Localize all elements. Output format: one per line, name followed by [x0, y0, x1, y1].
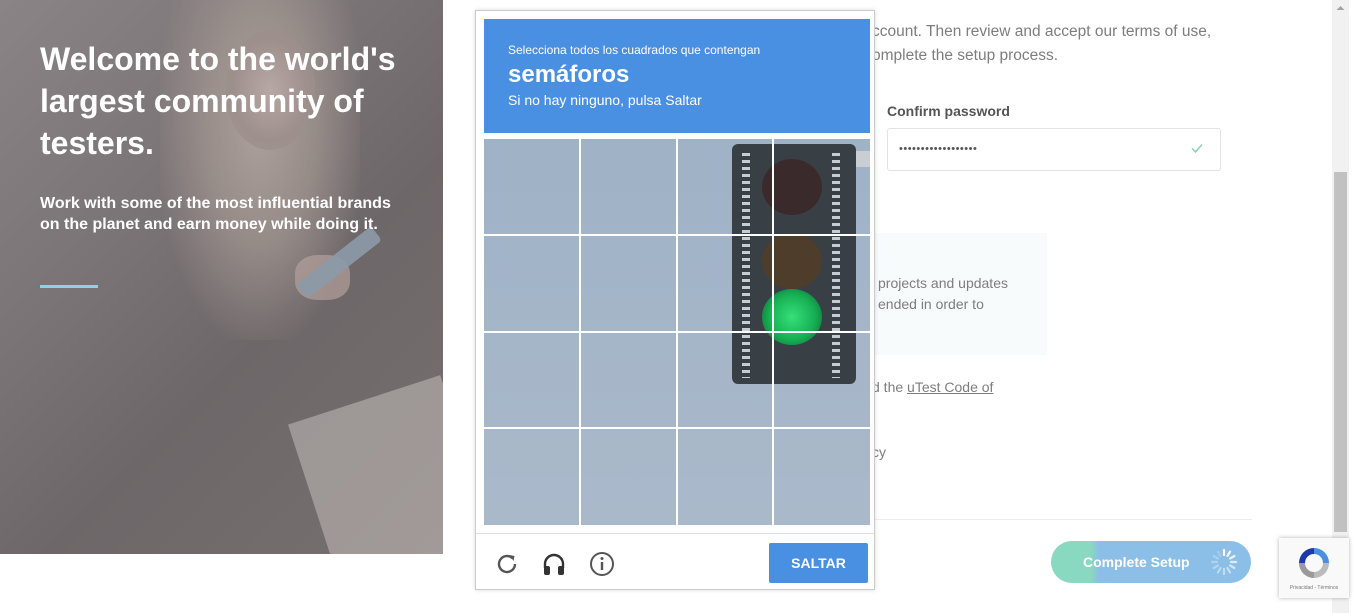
captcha-tile[interactable]: [484, 139, 581, 236]
captcha-tile[interactable]: [774, 429, 871, 526]
complete-setup-button[interactable]: Complete Setup: [1051, 541, 1251, 583]
info-line2: ended in order to: [878, 296, 984, 312]
captcha-header: Selecciona todos los cuadrados que conte…: [484, 19, 870, 133]
captcha-image-grid: [484, 139, 870, 525]
signup-page: Welcome to the world's largest community…: [0, 0, 1366, 613]
skip-button[interactable]: SALTAR: [769, 543, 868, 583]
captcha-tile[interactable]: [774, 236, 871, 333]
recaptcha-terms[interactable]: Privacidad - Términos: [1279, 585, 1349, 591]
hero-photo-paper: [288, 375, 443, 554]
captcha-footer-divider: [476, 533, 874, 534]
form-intro-line2: omplete the setup process.: [872, 47, 1059, 64]
captcha-tile[interactable]: [484, 332, 581, 429]
code-of-conduct-link[interactable]: uTest Code of: [907, 379, 993, 395]
captcha-tile[interactable]: [677, 332, 774, 429]
form-intro-line1: ccount. Then review and accept our terms…: [872, 23, 1212, 40]
hero-accent-rule: [40, 285, 98, 288]
notification-info-box: projects and updates ended in order to: [872, 233, 1047, 355]
check-icon: [1191, 144, 1203, 154]
captcha-instruction: Selecciona todos los cuadrados que conte…: [508, 43, 761, 57]
info-icon[interactable]: [589, 551, 615, 577]
captcha-challenge: Selecciona todos los cuadrados que conte…: [475, 10, 875, 590]
hero-title: Welcome to the world's largest community…: [40, 41, 396, 161]
captcha-tile[interactable]: [774, 139, 871, 236]
captcha-tile[interactable]: [484, 236, 581, 333]
confirm-password-field[interactable]: ••••••••••••••••••: [887, 128, 1221, 171]
hero-subtitle: Work with some of the most influential b…: [40, 195, 391, 233]
captcha-tile[interactable]: [581, 429, 678, 526]
complete-setup-label: Complete Setup: [1083, 554, 1190, 570]
captcha-tile[interactable]: [581, 139, 678, 236]
scroll-up-arrow-icon[interactable]: [1332, 0, 1349, 17]
form-divider: [872, 519, 1252, 520]
captcha-tile[interactable]: [581, 332, 678, 429]
captcha-tile[interactable]: [484, 429, 581, 526]
captcha-tile[interactable]: [677, 429, 774, 526]
captcha-tile[interactable]: [677, 139, 774, 236]
captcha-hint: Si no hay ninguno, pulsa Saltar: [508, 92, 702, 108]
recaptcha-badge[interactable]: Privacidad - Términos: [1279, 538, 1349, 598]
captcha-target: semáforos: [508, 61, 630, 88]
captcha-tile[interactable]: [774, 332, 871, 429]
loading-spinner-icon: [1210, 548, 1238, 576]
code-prefix: d the: [872, 379, 908, 395]
headphones-icon[interactable]: [541, 551, 567, 577]
captcha-tile[interactable]: [677, 236, 774, 333]
reload-icon[interactable]: [494, 551, 520, 577]
info-line1: projects and updates: [878, 275, 1008, 291]
hero-panel: Welcome to the world's largest community…: [0, 0, 443, 554]
captcha-tile[interactable]: [581, 236, 678, 333]
page-scrollbar-thumb[interactable]: [1334, 172, 1347, 532]
confirm-password-label: Confirm password: [887, 103, 1010, 119]
recaptcha-logo-icon: [1299, 548, 1329, 578]
code-of-conduct-line: d the uTest Code of: [872, 379, 993, 395]
confirm-password-value: ••••••••••••••••••: [899, 143, 978, 155]
